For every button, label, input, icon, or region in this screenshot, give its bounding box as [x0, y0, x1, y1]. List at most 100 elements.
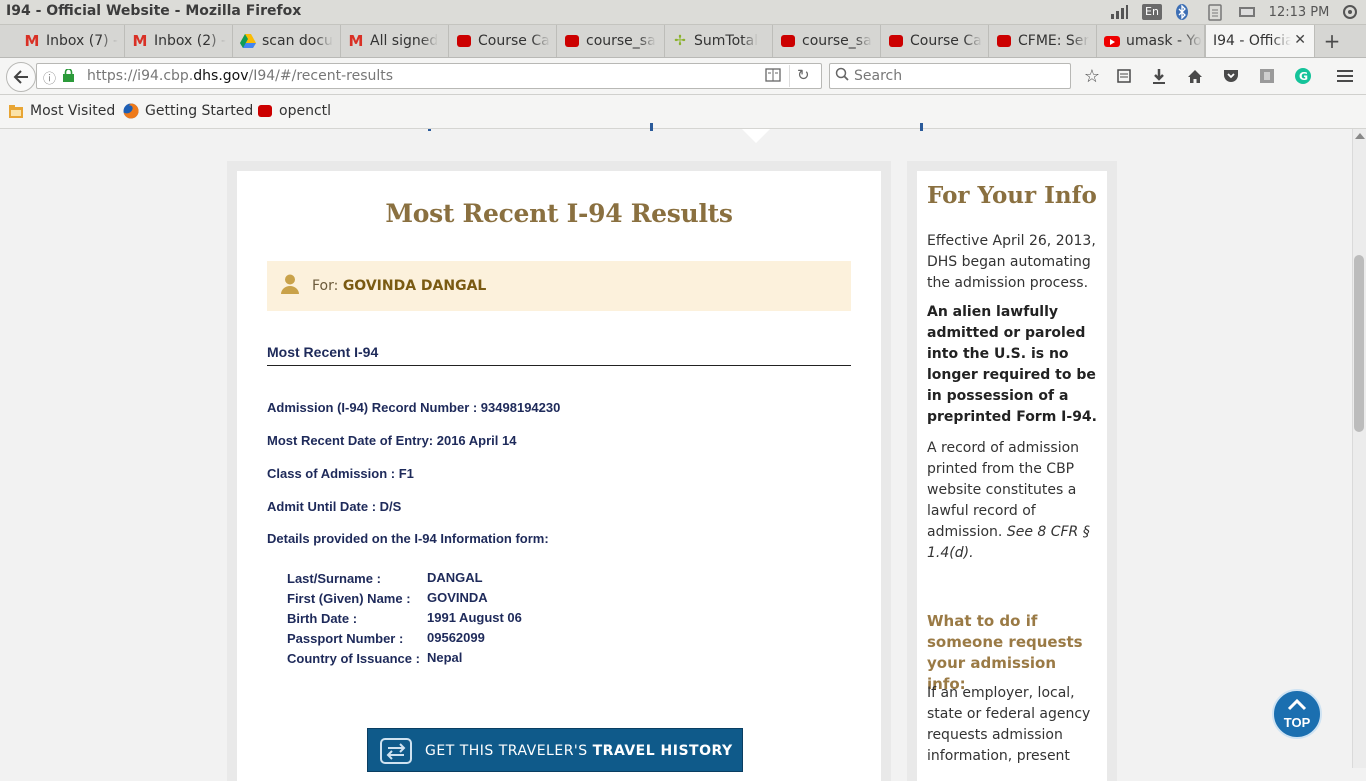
firefox-icon	[123, 103, 139, 119]
detail-value-surname: DANGAL	[427, 570, 483, 585]
tab-inbox-7[interactable]: M Inbox (7) -	[17, 25, 125, 57]
google-drive-icon	[240, 33, 256, 49]
search-input[interactable]: Search	[829, 63, 1071, 89]
reload-icon[interactable]: ↻	[797, 66, 810, 84]
travel-history-icon	[380, 737, 412, 769]
detail-label-surname: Last/Surname :	[287, 571, 381, 586]
gmail-icon: M	[24, 32, 40, 50]
bookmark-getting-started[interactable]: Getting Started	[123, 103, 253, 119]
detail-label-given-name: First (Given) Name :	[287, 591, 411, 606]
menu-hamburger-icon[interactable]	[1335, 66, 1355, 86]
tab-close-icon[interactable]: ✕	[1294, 32, 1306, 48]
tab-strip: M Inbox (7) - M Inbox (2) - scan docu M All…	[0, 25, 1366, 58]
traveler-name: GOVINDA DANGAL	[342, 278, 487, 294]
redhat-icon	[258, 105, 272, 117]
scroll-up-arrow-icon[interactable]	[1355, 133, 1365, 139]
redhat-icon	[457, 35, 471, 47]
downloads-icon[interactable]	[1149, 66, 1169, 86]
sidebar-paragraph-employer: If an employer, local, state or federal …	[927, 685, 1091, 764]
bluetooth-icon[interactable]	[1173, 2, 1191, 22]
sidebar-paragraph-automation: Effective April 26, 2013, DHS began auto…	[927, 233, 1096, 291]
clock[interactable]: 12:13 PM	[1266, 2, 1332, 22]
back-arrow-icon	[13, 70, 28, 84]
tab-scan-docu[interactable]: scan docu	[233, 25, 341, 57]
detail-value-given-name: GOVINDA	[427, 590, 488, 605]
tab-course-sa-1[interactable]: course_sa	[557, 25, 665, 57]
for-label: For:	[312, 278, 339, 294]
gmail-icon: M	[132, 32, 148, 50]
window-title: I94 - Official Website - Mozilla Firefox	[6, 3, 302, 19]
detail-value-birth-date: 1991 August 06	[427, 610, 522, 625]
bookmarks-toolbar: Most Visited Getting Started openctl	[0, 95, 1366, 129]
pocket-icon[interactable]	[1221, 66, 1241, 86]
url-separator	[789, 65, 790, 87]
tab-cfme[interactable]: CFME: Ser	[989, 25, 1097, 57]
search-icon	[835, 67, 849, 85]
battery-icon[interactable]	[1237, 2, 1257, 22]
lock-icon[interactable]	[63, 68, 74, 86]
power-gear-icon[interactable]	[1340, 2, 1360, 22]
info-icon[interactable]: ⓘ	[43, 68, 56, 87]
nav-remnant	[428, 129, 431, 131]
svg-text:G: G	[1299, 70, 1308, 83]
home-icon[interactable]	[1185, 66, 1205, 86]
detail-label-passport: Passport Number :	[287, 631, 404, 646]
tab-sumtotal[interactable]: ✢ SumTotal	[665, 25, 773, 57]
redhat-icon	[889, 35, 903, 47]
details-heading: Details provided on the I-94 Information…	[267, 531, 549, 546]
user-icon	[281, 274, 299, 298]
back-to-top-button[interactable]: TOP	[1272, 689, 1322, 739]
page-scrollbar[interactable]	[1352, 129, 1366, 768]
travel-history-button[interactable]: GET THIS TRAVELER'S TRAVEL HISTORY	[367, 728, 743, 772]
sumtotal-icon: ✢	[674, 33, 686, 49]
youtube-icon	[1104, 35, 1120, 47]
detail-label-birth-date: Birth Date :	[287, 611, 358, 626]
tab-all-signed[interactable]: M All signed	[341, 25, 449, 57]
page-title: Most Recent I-94 Results	[385, 199, 733, 228]
url-bar[interactable]: ⓘ https://i94.cbp.dhs.gov/I94/#/recent-r…	[36, 63, 822, 89]
record-number: Admission (I-94) Record Number : 9349819…	[267, 400, 561, 415]
tab-course-ca-2[interactable]: Course Ca	[881, 25, 989, 57]
scrollbar-thumb[interactable]	[1354, 255, 1364, 432]
keyboard-layout-indicator[interactable]: En	[1141, 2, 1163, 22]
nav-remnant	[920, 123, 923, 131]
detail-label-country: Country of Issuance :	[287, 651, 420, 666]
bookmark-star-icon[interactable]: ☆	[1082, 66, 1102, 87]
traveler-banner: For: GOVINDA DANGAL	[267, 261, 851, 311]
redhat-icon	[781, 35, 795, 47]
redhat-icon	[565, 35, 579, 47]
tab-course-ca-1[interactable]: Course Ca	[449, 25, 557, 57]
bookmark-openctl[interactable]: openctl	[257, 103, 331, 119]
extension-grey-icon[interactable]	[1257, 66, 1277, 86]
url-text[interactable]: https://i94.cbp.dhs.gov/I94/#/recent-res…	[87, 68, 393, 84]
entry-date: Most Recent Date of Entry: 2016 April 14	[267, 433, 517, 448]
detail-value-passport: 09562099	[427, 630, 485, 645]
folder-icon	[8, 103, 24, 119]
tab-course-sa-2[interactable]: course_sa	[773, 25, 881, 57]
detail-value-country: Nepal	[427, 650, 463, 665]
sidebar-paragraph-no-form: An alien lawfully admitted or paroled in…	[927, 304, 1097, 425]
network-icon[interactable]	[1109, 2, 1129, 22]
admit-until-date: Admit Until Date : D/S	[267, 499, 402, 514]
reader-view-icon[interactable]	[765, 68, 781, 86]
tab-inbox-2[interactable]: M Inbox (2) -	[125, 25, 233, 57]
gmail-icon: M	[348, 32, 364, 50]
back-button[interactable]	[6, 62, 36, 92]
section-divider	[267, 365, 851, 366]
section-heading: Most Recent I-94	[267, 344, 379, 360]
new-tab-plus-icon[interactable]: +	[1320, 29, 1344, 53]
sidebar-title: For Your Info	[927, 182, 1097, 209]
nav-remnant	[650, 123, 653, 131]
active-nav-pointer	[742, 129, 770, 143]
navigation-toolbar: ⓘ https://i94.cbp.dhs.gov/I94/#/recent-r…	[0, 58, 1366, 95]
chevron-up-icon	[1287, 699, 1307, 711]
reading-list-icon[interactable]	[1114, 66, 1134, 86]
window-title-bar: I94 - Official Website - Mozilla Firefox…	[0, 0, 1366, 25]
tab-umask-youtube[interactable]: umask - Yo	[1097, 25, 1205, 57]
tab-i94-active[interactable]: I94 - Officia ✕	[1205, 25, 1315, 57]
sidebar-paragraph-record: A record of admission printed from the C…	[927, 440, 1090, 561]
class-of-admission: Class of Admission : F1	[267, 466, 414, 481]
grammarly-icon[interactable]: G	[1293, 66, 1313, 86]
clipboard-icon[interactable]	[1205, 2, 1225, 22]
bookmark-most-visited[interactable]: Most Visited	[8, 103, 115, 119]
